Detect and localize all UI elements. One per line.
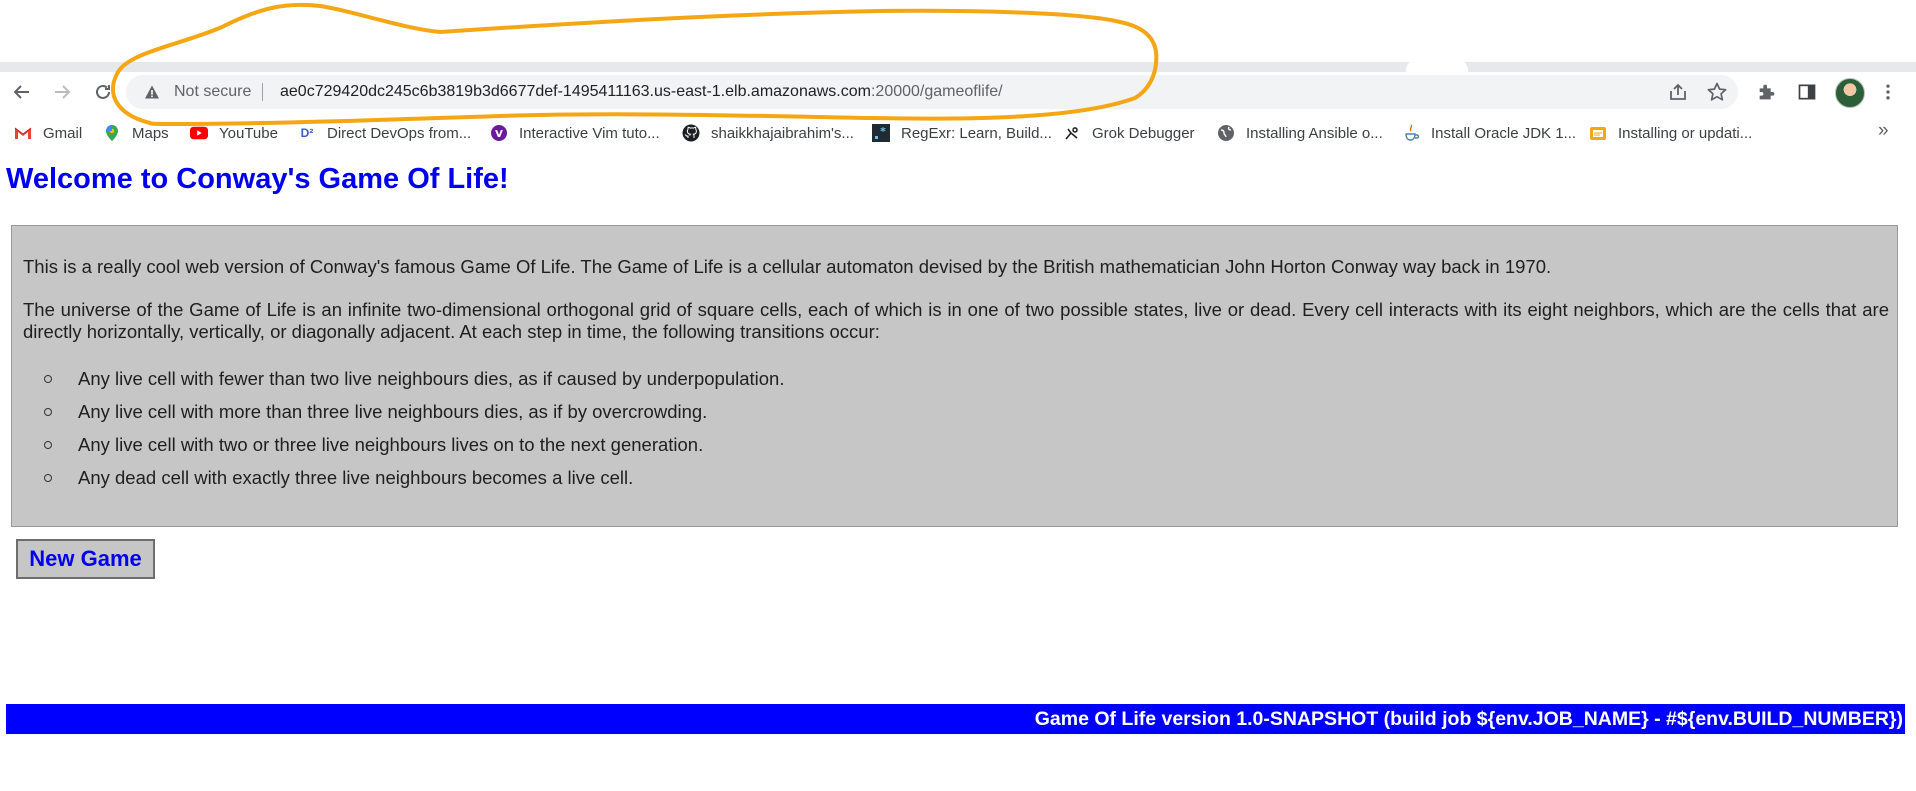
bookmark-installing-or-updating[interactable]: Installing or updati... [1589, 123, 1752, 143]
bookmark-label: YouTube [219, 124, 278, 142]
regexr-icon: * [872, 124, 890, 142]
youtube-icon [190, 124, 208, 142]
list-item: Any live cell with two or three live nei… [44, 434, 785, 467]
gmail-icon [14, 124, 32, 142]
bookmarks-bar: Gmail Maps YouTube D² Direct DevOps from… [0, 112, 1916, 152]
side-panel-button[interactable] [1795, 80, 1819, 104]
bookmark-direct-devops[interactable]: D² Direct DevOps from... [298, 123, 472, 143]
browser-tab-strip [0, 0, 1916, 72]
bookmark-label: Gmail [43, 124, 83, 142]
arrow-left-icon [13, 85, 29, 99]
svg-text:*: * [880, 125, 886, 138]
url-host: ae0c729420dc245c6b3819b3d6677def-1495411… [280, 83, 871, 100]
java-icon [1402, 124, 1420, 142]
page-title: Welcome to Conway's Game Of Life! [6, 163, 509, 195]
profile-avatar[interactable] [1835, 78, 1865, 108]
bookmark-label: Installing Ansible o... [1246, 124, 1383, 142]
side-panel-icon [1798, 84, 1816, 100]
active-tab-edge[interactable] [1406, 60, 1468, 72]
puzzle-icon [1759, 84, 1775, 100]
extensions-button[interactable] [1755, 80, 1779, 104]
url-text[interactable]: ae0c729420dc245c6b3819b3d6677def-1495411… [280, 83, 1003, 101]
reload-button[interactable] [89, 78, 117, 106]
bookmark-label: Installing or updati... [1618, 124, 1753, 142]
bookmark-youtube[interactable]: YouTube [190, 123, 278, 143]
url-path: :20000/gameoflife/ [870, 83, 1003, 100]
aws-docs-icon [1589, 124, 1607, 142]
bookmark-star-icon[interactable] [1706, 81, 1728, 103]
globe-icon [1217, 124, 1235, 142]
list-item: Any dead cell with exactly three live ne… [44, 467, 785, 500]
bookmark-label: shaikkhajaibrahim's... [711, 124, 854, 142]
reload-icon [96, 84, 110, 99]
list-item: Any live cell with more than three live … [44, 401, 785, 434]
bookmark-install-oracle-jdk[interactable]: Install Oracle JDK 1... [1402, 123, 1576, 143]
back-button[interactable] [8, 78, 36, 106]
maps-icon [103, 124, 121, 142]
list-item: Any live cell with fewer than two live n… [44, 368, 785, 401]
share-icon[interactable] [1668, 82, 1688, 102]
bookmark-github[interactable]: shaikkhajaibrahim's... [682, 123, 854, 143]
bookmark-label: Install Oracle JDK 1... [1431, 124, 1577, 142]
grok-icon [1063, 124, 1081, 142]
new-game-button[interactable]: New Game [16, 539, 155, 579]
browser-menu-button[interactable] [1876, 80, 1900, 104]
svg-text:V: V [495, 129, 503, 140]
bookmark-label: Interactive Vim tuto... [519, 124, 660, 142]
bookmark-label: RegExr: Learn, Build... [901, 124, 1052, 142]
intro-paragraph: This is a really cool web version of Con… [23, 256, 1552, 277]
bookmark-label: Grok Debugger [1092, 124, 1195, 142]
bookmark-gmail[interactable]: Gmail [14, 123, 82, 143]
bookmark-installing-ansible[interactable]: Installing Ansible o... [1217, 123, 1383, 143]
arrow-right-icon [55, 85, 71, 99]
tab-strip-divider [0, 62, 1916, 72]
version-footer: Game Of Life version 1.0-SNAPSHOT (build… [6, 704, 1905, 734]
rules-list: Any live cell with fewer than two live n… [44, 368, 785, 500]
omnibox-separator [262, 83, 263, 101]
forward-button[interactable] [48, 78, 76, 106]
bookmark-label: Direct DevOps from... [327, 124, 472, 142]
bookmark-vim-tutorial[interactable]: V Interactive Vim tuto... [490, 123, 660, 143]
vim-icon: V [490, 124, 508, 142]
kebab-menu-icon [1886, 84, 1890, 100]
bookmark-label: Maps [132, 124, 169, 142]
address-bar[interactable]: Not secure ae0c729420dc245c6b3819b3d6677… [126, 75, 1738, 109]
bookmark-maps[interactable]: Maps [103, 123, 169, 143]
description-panel: This is a really cool web version of Con… [11, 225, 1898, 527]
universe-paragraph: The universe of the Game of Life is an i… [23, 299, 1889, 342]
devops-icon: D² [300, 126, 314, 140]
bookmark-regexr[interactable]: * RegExr: Learn, Build... [872, 123, 1052, 143]
security-status-label[interactable]: Not secure [174, 83, 251, 101]
warning-icon[interactable] [144, 84, 160, 100]
browser-toolbar: Not secure ae0c729420dc245c6b3819b3d6677… [0, 72, 1916, 112]
bookmark-grok-debugger[interactable]: Grok Debugger [1063, 123, 1195, 143]
more-bookmarks-button[interactable]: » [1878, 120, 1889, 142]
github-icon [682, 124, 700, 142]
